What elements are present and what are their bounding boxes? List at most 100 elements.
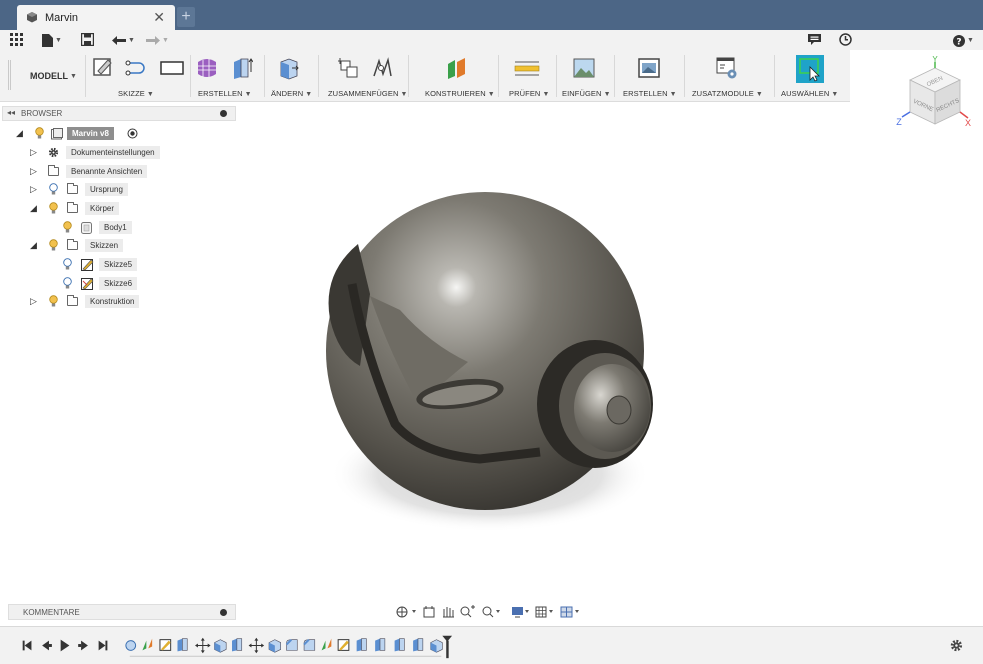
workspace-switcher[interactable]: MODELL ▼ — [23, 67, 84, 85]
ribbon-group-create[interactable]: ERSTELLEN ▼ — [198, 89, 252, 98]
visibility-bulb-icon[interactable] — [48, 202, 59, 215]
create-form-icon[interactable] — [196, 56, 218, 80]
tree-row-origin[interactable]: ▷ Ursprung — [30, 182, 150, 197]
create-sketch-icon[interactable] — [93, 56, 115, 80]
visibility-bulb-icon[interactable] — [48, 295, 59, 308]
timeline-go-to-start-icon[interactable] — [22, 640, 32, 651]
zoom-icon[interactable] — [460, 605, 475, 618]
job-status-icon[interactable] — [839, 33, 852, 46]
extrude-icon[interactable] — [231, 56, 253, 80]
visibility-bulb-off-icon[interactable] — [62, 258, 73, 271]
tree-row-bodies[interactable]: ◢ Körper — [30, 201, 150, 216]
timeline-step-back-icon[interactable] — [42, 640, 52, 651]
ribbon-group-select[interactable]: AUSWÄHLEN ▼ — [781, 89, 838, 98]
offset-plane-icon[interactable] — [446, 56, 468, 80]
help-button[interactable]: ? ▼ — [953, 32, 974, 48]
tree-node-bodies[interactable]: Körper — [85, 202, 120, 215]
tree-node-construction[interactable]: Konstruktion — [85, 295, 140, 308]
file-menu-button[interactable]: ▼ — [42, 32, 62, 48]
line-icon[interactable] — [125, 56, 147, 80]
collapsed-triangle-icon[interactable]: ▷ — [30, 166, 37, 177]
collapse-browser-icon[interactable]: ◂◂ — [7, 108, 15, 117]
tree-row-root[interactable]: ◢ Marvin v8 — [16, 126, 176, 141]
workspace-label: MODELL — [30, 71, 68, 81]
tree-row-document-settings[interactable]: ▷ Dokumenteinstellungen — [30, 145, 170, 160]
insert-image-icon[interactable] — [573, 56, 595, 80]
visibility-bulb-off-icon[interactable] — [48, 183, 59, 196]
timeline-go-to-end-icon[interactable] — [98, 640, 108, 651]
grid-settings-icon[interactable] — [535, 606, 553, 618]
scripts-addins-icon[interactable] — [716, 56, 738, 80]
timeline-step-forward-icon[interactable] — [78, 640, 88, 651]
rectangle-icon[interactable] — [159, 56, 185, 80]
tree-row-construction[interactable]: ▷ Konstruktion — [30, 294, 160, 309]
tree-node-sketch5[interactable]: Skizze5 — [99, 258, 138, 271]
ribbon-group-addins[interactable]: ZUSATZMODULE ▼ — [692, 89, 763, 98]
timeline-play-icon[interactable] — [60, 639, 70, 652]
collapsed-triangle-icon[interactable]: ▷ — [30, 296, 37, 307]
ribbon-group-modify[interactable]: ÄNDERN ▼ — [271, 89, 312, 98]
ribbon-separator — [85, 55, 86, 97]
undo-button[interactable]: ▼ — [112, 32, 135, 48]
render-icon[interactable] — [638, 56, 660, 80]
tree-row-sketches[interactable]: ◢ Skizzen — [30, 238, 150, 253]
viewports-icon[interactable] — [560, 606, 579, 618]
tree-row-sketch6[interactable]: Skizze6 — [60, 276, 150, 291]
folder-icon — [67, 183, 78, 194]
axis-y-label: Y — [932, 56, 938, 64]
fit-icon[interactable] — [482, 606, 500, 618]
timeline-settings-gear-icon[interactable] — [950, 639, 963, 652]
expanded-triangle-icon[interactable]: ◢ — [30, 240, 37, 251]
notifications-icon[interactable] — [808, 34, 821, 46]
redo-button[interactable]: ▼ — [146, 32, 169, 48]
comments-pin-icon[interactable] — [220, 609, 227, 616]
tree-row-sketch5[interactable]: Skizze5 — [60, 257, 150, 272]
press-pull-icon[interactable] — [278, 56, 300, 80]
timeline-marker-icon[interactable] — [442, 635, 453, 659]
new-tab-button[interactable]: + — [177, 7, 195, 27]
tree-node-named-views[interactable]: Benannte Ansichten — [66, 165, 148, 178]
save-icon[interactable] — [81, 33, 94, 46]
ribbon-group-assemble[interactable]: ZUSAMMENFÜGEN ▼ — [328, 89, 408, 98]
tree-node-sketches[interactable]: Skizzen — [85, 239, 124, 252]
browser-pin-icon[interactable] — [220, 110, 227, 117]
tree-node-document-settings[interactable]: Dokumenteinstellungen — [66, 146, 160, 159]
orbit-icon[interactable] — [396, 606, 416, 618]
expanded-triangle-icon[interactable]: ◢ — [16, 128, 23, 139]
browser-panel-header[interactable]: ◂◂ BROWSER — [2, 106, 236, 121]
timeline-press-pull-icon — [430, 639, 443, 653]
visibility-bulb-icon[interactable] — [48, 239, 59, 252]
joint-icon[interactable] — [371, 56, 393, 80]
tree-node-sketch6[interactable]: Skizze6 — [99, 277, 138, 290]
visibility-bulb-off-icon[interactable] — [62, 277, 73, 290]
tree-node-origin[interactable]: Ursprung — [85, 183, 128, 196]
ribbon-group-inspect[interactable]: PRÜFEN ▼ — [509, 89, 549, 98]
ribbon-group-insert[interactable]: EINFÜGEN ▼ — [562, 89, 611, 98]
ribbon-group-sketch[interactable]: SKIZZE ▼ — [118, 89, 154, 98]
look-at-icon[interactable] — [423, 606, 435, 618]
display-settings-icon[interactable] — [512, 607, 529, 618]
visibility-bulb-icon[interactable] — [62, 221, 73, 234]
ribbon-grip[interactable] — [8, 60, 11, 90]
tree-node-marvin-v8[interactable]: Marvin v8 — [67, 127, 114, 140]
3d-viewport[interactable] — [240, 104, 983, 602]
timeline-features[interactable] — [125, 637, 443, 654]
ribbon-group-construct[interactable]: KONSTRUIEREN ▼ — [425, 89, 495, 98]
apps-grid-icon[interactable] — [10, 33, 23, 46]
tree-node-body1[interactable]: Body1 — [99, 221, 132, 234]
tree-row-body1[interactable]: Body1 — [60, 220, 150, 235]
measure-icon[interactable] — [514, 56, 540, 80]
visibility-bulb-icon[interactable] — [34, 127, 45, 140]
tree-row-named-views[interactable]: ▷ Benannte Ansichten — [30, 164, 170, 179]
activate-component-icon[interactable] — [127, 128, 138, 139]
ribbon-group-create-render[interactable]: ERSTELLEN ▼ — [623, 89, 677, 98]
collapsed-triangle-icon[interactable]: ▷ — [30, 147, 37, 158]
close-tab-icon[interactable]: ✕ — [153, 9, 165, 26]
new-component-icon[interactable] — [338, 56, 360, 80]
document-tab[interactable]: Marvin ✕ — [17, 5, 175, 30]
select-tool-icon[interactable] — [796, 55, 824, 83]
collapsed-triangle-icon[interactable]: ▷ — [30, 184, 37, 195]
expanded-triangle-icon[interactable]: ◢ — [30, 203, 37, 214]
pan-icon[interactable] — [443, 607, 454, 618]
comments-panel-header[interactable]: KOMMENTARE — [8, 604, 236, 620]
